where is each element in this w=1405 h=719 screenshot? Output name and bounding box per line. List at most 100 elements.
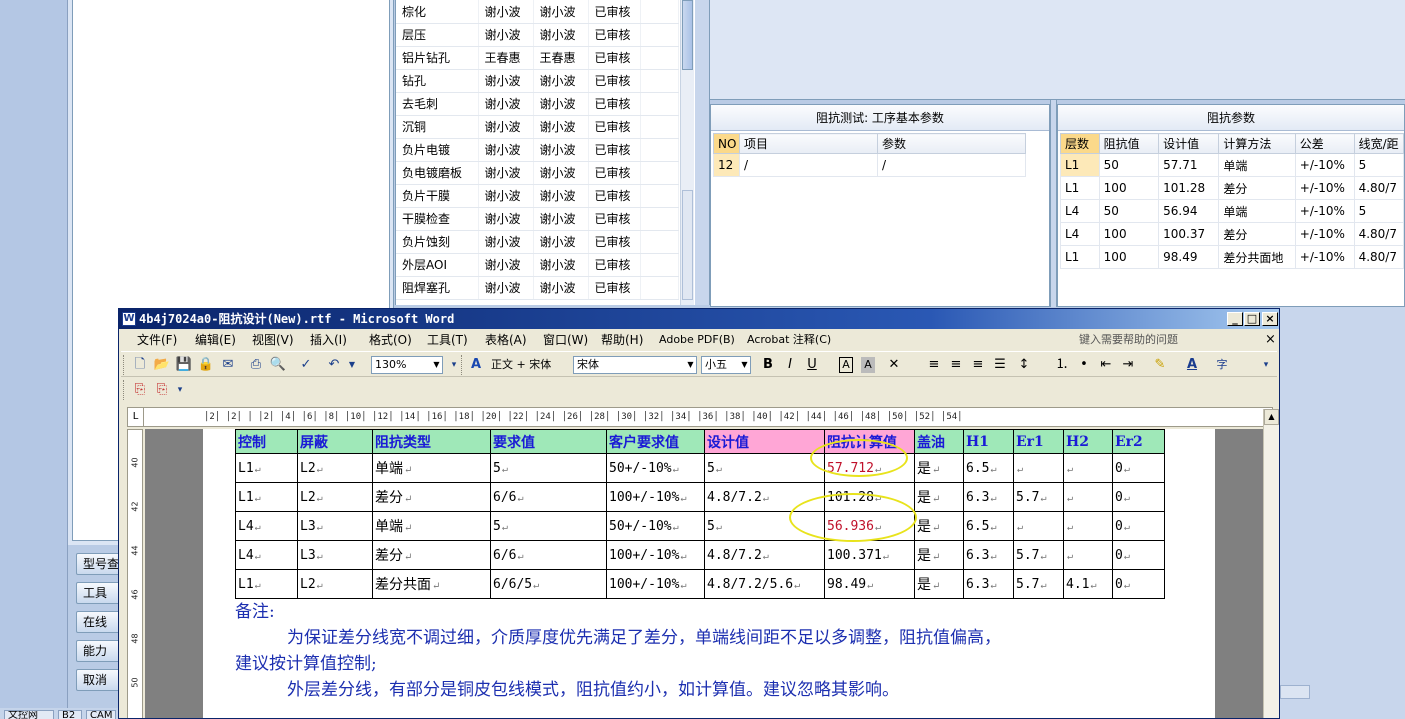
- doc-table-cell[interactable]: L2↵: [297, 453, 373, 483]
- table-row[interactable]: 负片干膜 谢小波 谢小波 已审核: [396, 184, 679, 208]
- spelling-icon[interactable]: ✓: [297, 356, 315, 374]
- doc-table-cell[interactable]: 5↵: [490, 453, 607, 483]
- align-right-icon[interactable]: ≡: [969, 356, 987, 374]
- doc-table-cell[interactable]: L1↵: [235, 569, 298, 599]
- table-row[interactable]: 负片电镀 谢小波 谢小波 已审核: [396, 138, 679, 162]
- style-select[interactable]: 正文 + 宋体: [487, 356, 567, 374]
- table-row[interactable]: 去毛刺 谢小波 谢小波 已审核: [396, 92, 679, 116]
- doc-table-cell[interactable]: 是↵: [914, 453, 964, 483]
- doc-table-cell[interactable]: 100+/-10%↵: [606, 569, 705, 599]
- menu-table[interactable]: 表格(A): [485, 329, 527, 351]
- line-spacing-icon[interactable]: ↕: [1015, 356, 1033, 374]
- sidebar-button-model[interactable]: 型号查: [76, 553, 124, 575]
- chevron-down-icon[interactable]: ▼: [431, 357, 442, 373]
- doc-column-header[interactable]: Er2: [1112, 429, 1165, 454]
- table-row[interactable]: 棕化 谢小波 谢小波 已审核: [396, 0, 679, 24]
- phonetic-guide-icon[interactable]: 字: [1213, 356, 1231, 374]
- doc-column-header[interactable]: H1: [963, 429, 1014, 454]
- sidebar-button-capability[interactable]: 能力: [76, 640, 124, 662]
- doc-table-cell[interactable]: 50+/-10%↵: [606, 511, 705, 541]
- doc-table-cell[interactable]: ↵: [1013, 511, 1064, 541]
- process-list-scrollbar[interactable]: [680, 0, 694, 305]
- save-icon[interactable]: 💾: [175, 356, 193, 374]
- permission-icon[interactable]: 🔒: [197, 356, 215, 374]
- chevron-down-icon[interactable]: ▼: [739, 357, 750, 373]
- doc-table-row[interactable]: L4↵ L3↵ 单端↵ 5↵ 50+/-10%↵ 5↵ 56.936↵ 是↵ 6.5↵ ↵ ↵ 0↵: [235, 511, 1165, 541]
- zoom-select[interactable]: 130% ▼: [371, 356, 443, 374]
- menu-help[interactable]: 帮助(H): [601, 329, 643, 351]
- toolbar-options-icon[interactable]: ▾: [1257, 356, 1275, 374]
- increase-indent-icon[interactable]: ⇥: [1119, 356, 1137, 374]
- character-scale-icon[interactable]: ✕: [885, 356, 903, 374]
- table-row[interactable]: L4 100 100.37 差分 +/-10% 4.80/7: [1060, 222, 1404, 246]
- column-header[interactable]: 项目: [739, 133, 878, 154]
- column-header[interactable]: 设计值: [1158, 133, 1220, 154]
- bottom-tab-b2[interactable]: B2: [58, 710, 82, 719]
- column-header[interactable]: 参数: [877, 133, 1026, 154]
- character-border-icon[interactable]: A: [839, 357, 853, 373]
- doc-table-cell[interactable]: 是↵: [914, 511, 964, 541]
- doc-table-cell[interactable]: 0↵: [1112, 511, 1165, 541]
- underline-icon[interactable]: U: [803, 356, 821, 374]
- toolbar-options-icon[interactable]: ▾: [171, 381, 189, 399]
- bottom-tab-doc-control[interactable]: 文控网: [4, 710, 54, 719]
- highlight-icon[interactable]: ✎: [1151, 356, 1169, 374]
- doc-table-cell[interactable]: 6/6↵: [490, 482, 607, 512]
- table-row[interactable]: L1 50 57.71 单端 +/-10% 5: [1060, 153, 1404, 177]
- word-title-bar[interactable]: 4b4j7024a0-阻抗设计(New).rtf - Microsoft Wor…: [119, 309, 1279, 329]
- help-search-input[interactable]: 键入需要帮助的问题: [1079, 331, 1259, 349]
- print-icon[interactable]: ⎙: [247, 356, 265, 374]
- table-row[interactable]: 干膜检查 谢小波 谢小波 已审核: [396, 207, 679, 231]
- doc-column-header[interactable]: 设计值: [704, 429, 825, 454]
- doc-table-cell[interactable]: 差分↵: [372, 482, 491, 512]
- menu-insert[interactable]: 插入(I): [310, 329, 347, 351]
- align-left-icon[interactable]: ≡: [925, 356, 943, 374]
- doc-table-cell[interactable]: ↵: [1063, 511, 1113, 541]
- decrease-indent-icon[interactable]: ⇤: [1097, 356, 1115, 374]
- doc-table-cell[interactable]: ↵: [1063, 540, 1113, 570]
- table-row[interactable]: 沉铜 谢小波 谢小波 已审核: [396, 115, 679, 139]
- bullets-icon[interactable]: •: [1075, 356, 1093, 374]
- doc-column-header[interactable]: 要求值: [490, 429, 607, 454]
- doc-table-cell[interactable]: L4↵: [235, 540, 298, 570]
- doc-table-row[interactable]: L1↵ L2↵ 单端↵ 5↵ 50+/-10%↵ 5↵ 57.712↵ 是↵ 6.5↵ ↵ ↵ 0↵: [235, 453, 1165, 483]
- toolbar-grip[interactable]: [123, 380, 126, 400]
- column-header[interactable]: NO: [713, 133, 740, 154]
- doc-table-cell[interactable]: 差分↵: [372, 540, 491, 570]
- table-row[interactable]: 外层AOI 谢小波 谢小波 已审核: [396, 253, 679, 277]
- doc-table-cell[interactable]: ↵: [1013, 453, 1064, 483]
- doc-table-cell[interactable]: 6.3↵: [963, 540, 1014, 570]
- bottom-tab-cam[interactable]: CAM: [86, 710, 116, 719]
- doc-table-cell[interactable]: 100+/-10%↵: [606, 540, 705, 570]
- table-row[interactable]: 钻孔 谢小波 谢小波 已审核: [396, 69, 679, 93]
- doc-table-cell[interactable]: 5.7↵: [1013, 482, 1064, 512]
- toolbar-grip[interactable]: [461, 355, 464, 375]
- italic-icon[interactable]: I: [781, 356, 799, 374]
- doc-table-cell[interactable]: L3↵: [297, 511, 373, 541]
- column-header[interactable]: 公差: [1294, 133, 1355, 154]
- document-vertical-scrollbar[interactable]: ▲: [1263, 409, 1279, 718]
- horizontal-ruler[interactable]: L │2│ │2│ │ │2│ │4│ │6│ │8│ │10│ │12│ │1…: [127, 407, 1273, 427]
- doc-table-cell[interactable]: L1↵: [235, 482, 298, 512]
- doc-table-cell[interactable]: 6.5↵: [963, 511, 1014, 541]
- styles-pane-icon[interactable]: A: [467, 356, 485, 374]
- font-size-select[interactable]: 小五 ▼: [701, 356, 751, 374]
- table-row[interactable]: 负片蚀刻 谢小波 谢小波 已审核: [396, 230, 679, 254]
- doc-table-cell[interactable]: 6.3↵: [963, 569, 1014, 599]
- doc-table-cell[interactable]: 100+/-10%↵: [606, 482, 705, 512]
- undo-icon[interactable]: ↶: [325, 356, 343, 374]
- table-row[interactable]: 12//: [713, 153, 1026, 177]
- document-page[interactable]: 控制 屏蔽 阻抗类型 要求值 客户要求值 设计值 阻抗计算值 盖油 H1 Er1 H2 Er2 L1↵…: [203, 429, 1215, 718]
- close-button[interactable]: ×: [1262, 312, 1278, 326]
- scrollbar-thumb[interactable]: [682, 0, 693, 70]
- vertical-ruler[interactable]: 40424446485052: [127, 429, 143, 718]
- table-row[interactable]: 层压 谢小波 谢小波 已审核: [396, 23, 679, 47]
- doc-column-header[interactable]: 屏蔽: [297, 429, 373, 454]
- menu-file[interactable]: 文件(F): [137, 329, 177, 351]
- table-row[interactable]: L1 100 101.28 差分 +/-10% 4.80/7: [1060, 176, 1404, 200]
- doc-table-row[interactable]: L4↵ L3↵ 差分↵ 6/6↵ 100+/-10%↵ 4.8/7.2↵ 100.371↵ 是…: [235, 540, 1165, 570]
- doc-table-cell[interactable]: 6.5↵: [963, 453, 1014, 483]
- column-header[interactable]: 阻抗值: [1098, 133, 1160, 154]
- scroll-up-icon[interactable]: ▲: [1264, 409, 1279, 425]
- new-document-icon[interactable]: 🗋: [131, 356, 149, 374]
